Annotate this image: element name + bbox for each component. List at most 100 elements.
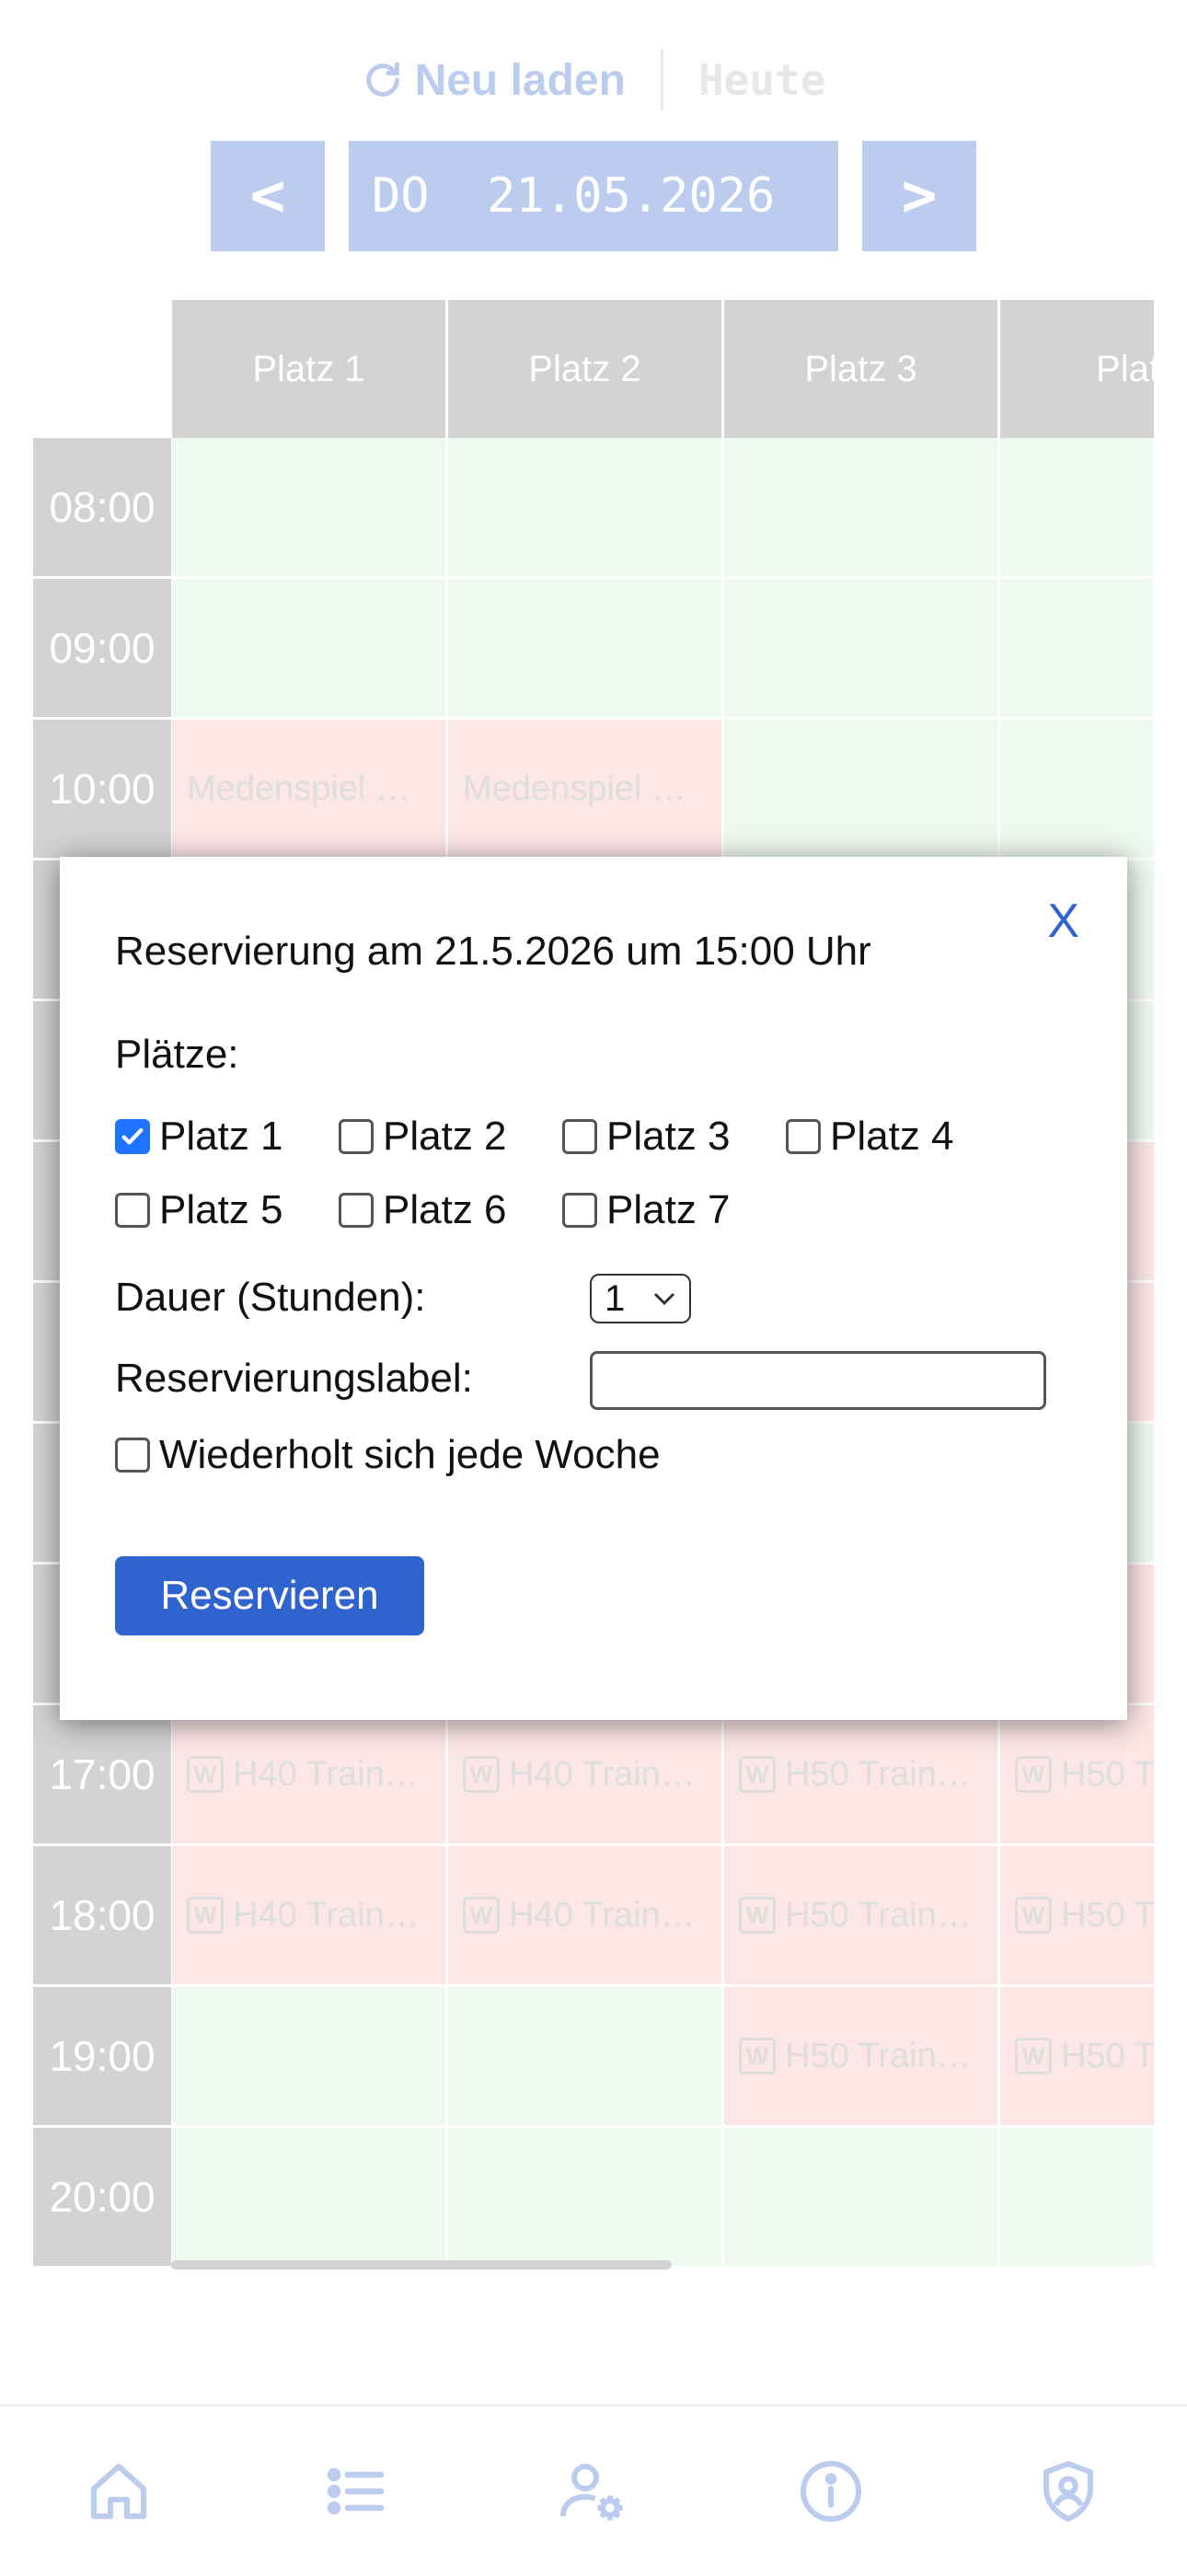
booked-slot[interactable]: W H50 T bbox=[1000, 1846, 1154, 1987]
booked-slot[interactable]: W H50 T bbox=[1000, 1987, 1154, 2128]
slot-label: H50 Train… bbox=[785, 2036, 972, 2075]
reload-label: Neu laden bbox=[414, 55, 626, 105]
booked-slot[interactable]: W H50 Train… bbox=[724, 1705, 1000, 1846]
next-day-button[interactable]: > bbox=[862, 141, 976, 251]
free-slot[interactable] bbox=[1000, 579, 1154, 720]
free-slot[interactable] bbox=[172, 579, 448, 720]
date-display[interactable]: DO 21.05.2026 bbox=[349, 141, 838, 251]
court-checkbox[interactable] bbox=[115, 1119, 150, 1154]
reload-icon bbox=[365, 62, 399, 97]
court-option[interactable]: Platz 7 bbox=[562, 1187, 786, 1233]
weekly-badge: W bbox=[1015, 2038, 1052, 2074]
court-option-label: Platz 3 bbox=[606, 1114, 731, 1159]
court-option-label: Platz 6 bbox=[383, 1187, 507, 1232]
slot-label: H50 Train… bbox=[785, 1754, 972, 1794]
court-option[interactable]: Platz 4 bbox=[786, 1114, 1009, 1160]
duration-select[interactable]: 1 bbox=[590, 1274, 691, 1323]
booked-slot[interactable]: W H50 Train… bbox=[724, 1987, 1000, 2128]
weekly-badge: W bbox=[1015, 1897, 1052, 1934]
court-checkbox[interactable] bbox=[562, 1193, 597, 1228]
court-checkbox[interactable] bbox=[562, 1119, 597, 1154]
slot-label: H40 Train… bbox=[509, 1754, 696, 1794]
time-slot-label: 19:00 bbox=[33, 1987, 171, 2128]
reservation-label-input[interactable] bbox=[590, 1351, 1046, 1410]
booked-slot[interactable]: W H50 Train… bbox=[724, 1846, 1000, 1987]
booked-slot[interactable]: Medenspiel … bbox=[448, 720, 724, 861]
slot-label: H40 Train… bbox=[509, 1895, 696, 1935]
free-slot[interactable] bbox=[724, 720, 1000, 861]
free-slot[interactable] bbox=[172, 1987, 448, 2128]
free-slot[interactable] bbox=[724, 579, 1000, 720]
horizontal-scrollbar[interactable] bbox=[171, 2260, 672, 2270]
court-option-label: Platz 7 bbox=[606, 1187, 731, 1232]
court-option[interactable]: Platz 3 bbox=[562, 1114, 786, 1160]
court-option[interactable]: Platz 1 bbox=[115, 1114, 339, 1160]
slot-label: H50 T bbox=[1061, 2036, 1154, 2075]
court-option[interactable]: Platz 6 bbox=[339, 1187, 562, 1233]
previous-day-button[interactable]: < bbox=[211, 141, 325, 251]
free-slot[interactable] bbox=[724, 2128, 1000, 2269]
info-icon[interactable] bbox=[789, 2450, 872, 2533]
court-header: Platz bbox=[1000, 300, 1154, 438]
courts-label: Plätze: bbox=[115, 1032, 239, 1077]
free-slot[interactable] bbox=[448, 579, 724, 720]
top-toolbar: Neu laden Heute bbox=[0, 48, 1187, 112]
dialog-title: Reservierung am 21.5.2026 um 15:00 Uhr bbox=[115, 929, 871, 974]
today-button[interactable]: Heute bbox=[698, 55, 825, 105]
time-slot-label: 10:00 bbox=[33, 720, 171, 861]
toolbar-divider bbox=[660, 50, 663, 110]
booked-slot[interactable]: W H40 Train… bbox=[172, 1705, 448, 1846]
court-checkbox-row: Platz 5 Platz 6 Platz 7 bbox=[115, 1173, 1090, 1247]
slot-label: Medenspiel … bbox=[463, 768, 686, 808]
reserve-button[interactable]: Reservieren bbox=[115, 1556, 424, 1635]
free-slot[interactable] bbox=[448, 1987, 724, 2128]
court-checkbox[interactable] bbox=[339, 1193, 374, 1228]
booked-slot[interactable]: W H50 T bbox=[1000, 1705, 1154, 1846]
free-slot[interactable] bbox=[448, 2128, 724, 2269]
user-settings-icon[interactable] bbox=[552, 2450, 635, 2533]
slot-label: H50 T bbox=[1061, 1754, 1154, 1794]
slot-label: H50 Train… bbox=[785, 1895, 972, 1935]
time-slot-label: 20:00 bbox=[33, 2128, 171, 2269]
court-option-label: Platz 5 bbox=[159, 1187, 283, 1232]
shield-user-icon[interactable] bbox=[1027, 2450, 1110, 2533]
weekly-badge: W bbox=[463, 1756, 500, 1793]
time-slot-label: 08:00 bbox=[33, 438, 171, 579]
close-button[interactable]: X bbox=[1047, 894, 1079, 949]
free-slot[interactable] bbox=[448, 438, 724, 579]
court-option[interactable]: Platz 5 bbox=[115, 1187, 339, 1233]
court-option-label: Platz 2 bbox=[383, 1114, 507, 1159]
weekly-badge: W bbox=[187, 1756, 224, 1793]
weekly-badge: W bbox=[739, 2038, 776, 2074]
slot-label: H40 Train… bbox=[233, 1754, 420, 1794]
weekly-repeat-checkbox[interactable] bbox=[115, 1438, 150, 1473]
booked-slot[interactable]: W H40 Train… bbox=[448, 1846, 724, 1987]
court-option[interactable]: Platz 2 bbox=[339, 1114, 562, 1160]
reload-button[interactable]: Neu laden bbox=[362, 55, 626, 106]
free-slot[interactable] bbox=[172, 2128, 448, 2269]
reservation-label-label: Reservierungslabel: bbox=[115, 1356, 473, 1401]
home-icon[interactable] bbox=[77, 2450, 160, 2533]
weekly-badge: W bbox=[739, 1897, 776, 1934]
list-icon[interactable] bbox=[315, 2450, 398, 2533]
free-slot[interactable] bbox=[724, 438, 1000, 579]
time-slot-label: 18:00 bbox=[33, 1846, 171, 1987]
weekly-repeat-option[interactable]: Wiederholt sich jede Woche bbox=[115, 1432, 661, 1478]
free-slot[interactable] bbox=[1000, 438, 1154, 579]
booked-slot[interactable]: Medenspiel … bbox=[172, 720, 448, 861]
checkmark-icon bbox=[121, 1127, 144, 1145]
court-checkbox[interactable] bbox=[339, 1119, 374, 1154]
court-option-label: Platz 1 bbox=[159, 1114, 283, 1159]
chevron-down-icon bbox=[653, 1292, 675, 1306]
booked-slot[interactable]: W H40 Train… bbox=[448, 1705, 724, 1846]
weekly-badge: W bbox=[739, 1756, 776, 1793]
time-slot-label: 09:00 bbox=[33, 579, 171, 720]
booked-slot[interactable]: W H40 Train… bbox=[172, 1846, 448, 1987]
free-slot[interactable] bbox=[172, 438, 448, 579]
free-slot[interactable] bbox=[1000, 720, 1154, 861]
court-checkbox[interactable] bbox=[786, 1119, 821, 1154]
free-slot[interactable] bbox=[1000, 2128, 1154, 2269]
weekly-badge: W bbox=[463, 1897, 500, 1934]
bottom-navigation bbox=[0, 2404, 1187, 2576]
court-checkbox[interactable] bbox=[115, 1193, 150, 1228]
